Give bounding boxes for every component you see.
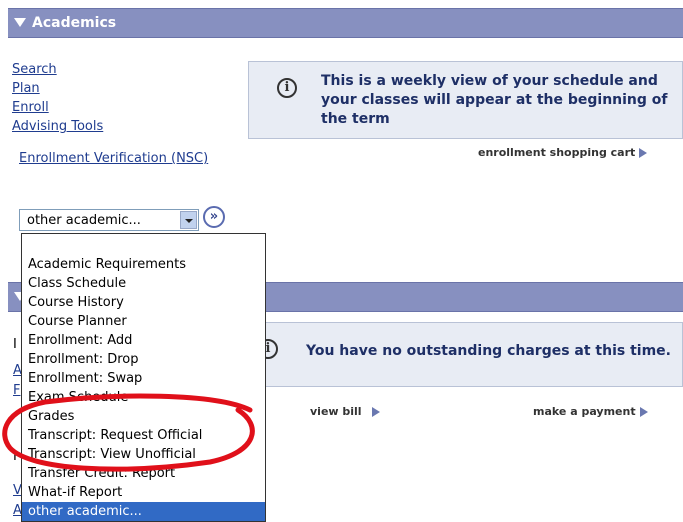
advising-tools-link[interactable]: Advising Tools xyxy=(12,119,103,135)
schedule-info-box: i This is a weekly view of your schedule… xyxy=(248,61,683,139)
dropdown-option[interactable]: Transcript: Request Official xyxy=(22,426,265,445)
info-icon: i xyxy=(277,78,297,98)
dropdown-option[interactable]: Academic Requirements xyxy=(22,255,265,274)
finances-fragment-label: I xyxy=(13,337,17,352)
arrow-right-icon xyxy=(639,148,648,158)
view-bill-link[interactable]: view bill xyxy=(310,405,380,418)
charges-info-text: You have no outstanding charges at this … xyxy=(306,343,671,359)
dropdown-option[interactable]: What-if Report xyxy=(22,483,265,502)
make-payment-label: make a payment xyxy=(533,405,636,418)
finances-fragment-label: I xyxy=(13,449,17,464)
dropdown-option[interactable]: Enrollment: Add xyxy=(22,331,265,350)
academics-select[interactable]: other academic... xyxy=(19,209,199,231)
academics-header[interactable]: Academics xyxy=(8,8,683,38)
finances-fragment-link[interactable]: F xyxy=(13,383,20,398)
dropdown-option[interactable]: Grades xyxy=(22,407,265,426)
enrollment-verification-link[interactable]: Enrollment Verification (NSC) xyxy=(19,151,208,167)
dropdown-option[interactable]: Enrollment: Swap xyxy=(22,369,265,388)
arrow-right-icon xyxy=(371,407,380,417)
chevron-down-icon xyxy=(185,219,193,223)
dropdown-button[interactable] xyxy=(180,211,197,229)
academics-dropdown-list[interactable]: Academic Requirements Class Schedule Cou… xyxy=(21,233,266,522)
search-link[interactable]: Search xyxy=(12,62,57,78)
dropdown-option[interactable]: Enrollment: Drop xyxy=(22,350,265,369)
schedule-info-text: This is a weekly view of your schedule a… xyxy=(321,73,668,127)
dropdown-option[interactable]: Class Schedule xyxy=(22,274,265,293)
double-chevron-right-icon: » xyxy=(209,209,219,224)
dropdown-option-selected[interactable]: other academic... xyxy=(22,502,265,521)
collapse-triangle-icon[interactable] xyxy=(14,18,26,27)
make-payment-link[interactable]: make a payment xyxy=(533,405,648,418)
enrollment-shopping-cart-link[interactable]: enrollment shopping cart xyxy=(478,146,648,159)
dropdown-option[interactable]: Transfer Credit: Report xyxy=(22,464,265,483)
dropdown-option[interactable]: Transcript: View Unofficial xyxy=(22,445,265,464)
charges-info-box: i You have no outstanding charges at thi… xyxy=(255,322,683,387)
dropdown-option[interactable]: Exam Schedule xyxy=(22,388,265,407)
plan-link[interactable]: Plan xyxy=(12,81,40,97)
go-button[interactable]: » xyxy=(203,206,225,228)
arrow-right-icon xyxy=(639,407,648,417)
enroll-link[interactable]: Enroll xyxy=(12,100,49,116)
shopping-cart-label: enrollment shopping cart xyxy=(478,146,636,159)
dropdown-option[interactable]: Course History xyxy=(22,293,265,312)
select-value: other academic... xyxy=(27,213,141,228)
dropdown-option[interactable]: Course Planner xyxy=(22,312,265,331)
academics-title: Academics xyxy=(32,15,117,31)
view-bill-label: view bill xyxy=(310,405,362,418)
